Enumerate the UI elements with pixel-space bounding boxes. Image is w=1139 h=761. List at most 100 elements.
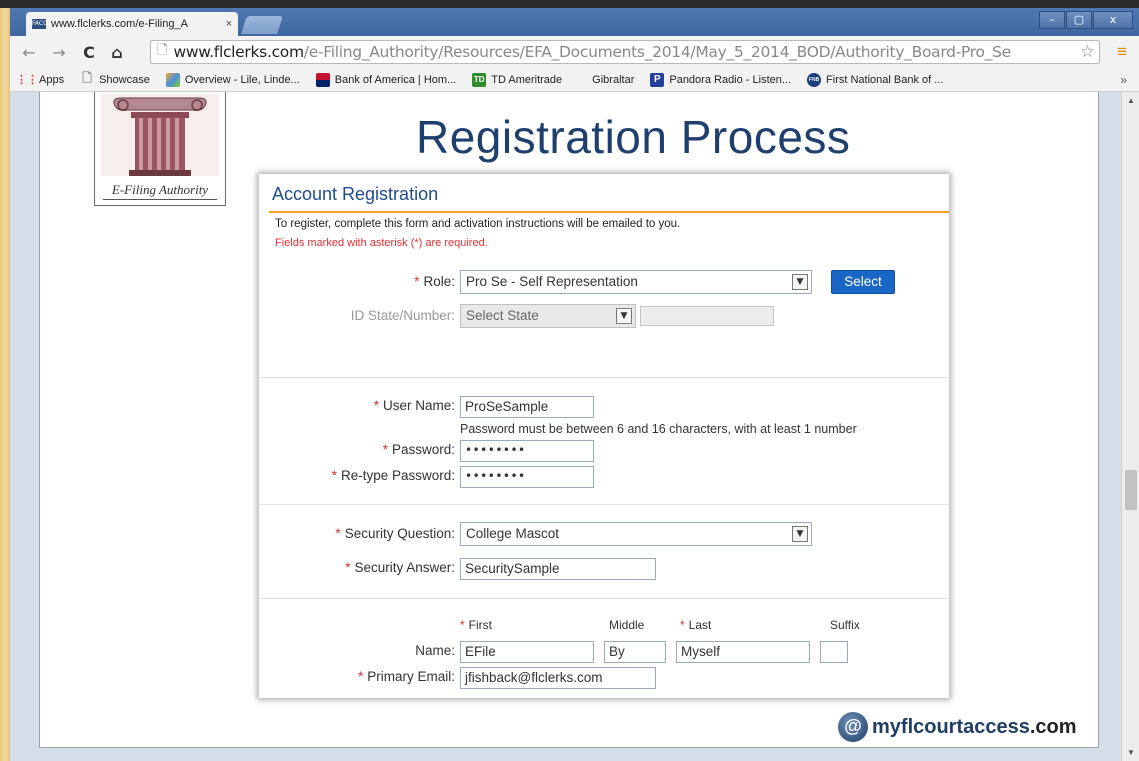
name-label: Name: — [415, 643, 455, 658]
middle-name-heading: Middle — [609, 618, 645, 632]
section-divider — [259, 504, 949, 505]
reload-icon[interactable]: C — [78, 43, 100, 62]
password-label: * Password: — [382, 442, 455, 457]
bookmark-first-national-bank[interactable]: FNB First National Bank of ... — [807, 72, 944, 87]
new-tab-button[interactable] — [241, 16, 283, 34]
bookmark-gibraltar[interactable]: Gibraltar — [592, 74, 634, 86]
retype-password-input[interactable]: •••••••• — [460, 466, 594, 488]
vertical-scrollbar[interactable]: ▲ ▼ — [1121, 92, 1139, 761]
chevron-down-icon: ▼ — [616, 308, 632, 324]
heading-underline — [269, 211, 949, 213]
bookmark-label: First National Bank of ... — [826, 73, 944, 86]
page-viewport: E-Filing Authority Registration Process … — [10, 92, 1121, 761]
menu-icon[interactable]: ≡ — [1117, 42, 1127, 62]
slide-frame-left — [0, 0, 10, 761]
bookmark-bank-of-america[interactable]: Bank of America | Hom... — [315, 72, 457, 87]
middle-name-input[interactable]: By — [604, 641, 666, 663]
logo-caption: E-Filing Authority — [111, 182, 209, 197]
bookmark-showcase[interactable]: 🗋 Showcase — [80, 71, 150, 87]
username-input[interactable]: ProSeSample — [460, 396, 594, 418]
brand-name: myflcourtaccess.com — [872, 715, 1077, 738]
first-name-heading: * First — [460, 618, 492, 632]
security-question-select[interactable]: College Mascot ▼ — [460, 522, 812, 546]
bookmark-label: Pandora Radio - Listen... — [669, 73, 792, 86]
bookmark-label: Showcase — [99, 73, 150, 86]
bofa-flag-icon — [315, 72, 330, 87]
security-question-label: * Security Question: — [335, 526, 455, 541]
td-icon: TD — [472, 72, 487, 87]
bookmarks-overflow-icon[interactable]: » — [1120, 73, 1127, 87]
section-divider — [259, 598, 949, 599]
primary-email-label: * Primary Email: — [357, 669, 455, 684]
chevron-down-icon: ▼ — [792, 526, 808, 542]
scroll-down-icon[interactable]: ▼ — [1122, 748, 1139, 757]
intro-text: To register, complete this form and acti… — [275, 218, 681, 230]
password-input[interactable]: •••••••• — [460, 440, 594, 462]
bookmark-overview[interactable]: Overview - Lile, Linde... — [165, 72, 300, 87]
panel-heading: Account Registration — [272, 184, 439, 204]
maximize-icon[interactable]: ▢ — [1066, 11, 1092, 29]
retype-password-label: * Re-type Password: — [331, 468, 455, 483]
required-note: Fields marked with asterisk (*) are requ… — [275, 237, 488, 249]
pandora-icon: P — [650, 72, 665, 87]
bookmark-star-icon[interactable]: ☆ — [1080, 42, 1095, 62]
tab-title: www.flclerks.com/e-Filing_A — [51, 18, 188, 30]
slide: E-Filing Authority Registration Process … — [39, 92, 1099, 748]
scroll-thumb[interactable] — [1125, 470, 1137, 510]
efiling-authority-logo: E-Filing Authority — [94, 92, 226, 206]
tab-bar: FACC www.flclerks.com/e-Filing_A × – ▢ x — [10, 8, 1139, 36]
first-name-input[interactable]: EFile — [460, 641, 594, 663]
close-window-icon[interactable]: x — [1093, 11, 1133, 29]
browser-toolbar: ← → C ⌂ 🗋 www.flclerks.com/e-Filing_Auth… — [10, 36, 1139, 68]
at-sign-icon: @ — [838, 712, 868, 742]
colorful-logo-icon — [165, 72, 180, 87]
scroll-up-icon[interactable]: ▲ — [1122, 96, 1139, 105]
browser-window: FACC www.flclerks.com/e-Filing_A × – ▢ x… — [10, 8, 1139, 761]
last-name-input[interactable]: Myself — [676, 641, 810, 663]
page-icon: 🗋 — [157, 42, 168, 57]
forward-arrow-icon[interactable]: → — [48, 43, 70, 62]
last-name-heading: * Last — [680, 618, 712, 632]
username-label: * User Name: — [373, 398, 455, 413]
bookmarks-bar: ⋮⋮ Apps 🗋 Showcase Overview - Lile, Lind… — [10, 68, 1139, 92]
role-select[interactable]: Pro Se - Self Representation ▼ — [460, 270, 812, 294]
suffix-heading: Suffix — [830, 618, 860, 632]
bookmark-td-ameritrade[interactable]: TD TD Ameritrade — [472, 72, 563, 87]
myflcourtaccess-logo: @ myflcourtaccess.com — [838, 712, 1077, 742]
bookmark-label: Apps — [39, 73, 65, 86]
security-answer-input[interactable]: SecuritySample — [460, 558, 656, 580]
account-registration-panel: Account Registration To register, comple… — [259, 174, 949, 698]
tab-close-icon[interactable]: × — [226, 18, 232, 30]
address-bar[interactable]: 🗋 www.flclerks.com/e-Filing_Authority/Re… — [150, 40, 1100, 64]
primary-email-input[interactable]: jfishback@flclerks.com — [460, 667, 656, 689]
bookmark-label: Bank of America | Hom... — [334, 73, 457, 86]
slide-title: Registration Process — [416, 111, 851, 163]
column-logo-icon — [101, 94, 219, 176]
screen-top-edge — [0, 0, 1139, 8]
select-button[interactable]: Select — [831, 270, 895, 294]
id-state-label: ID State/Number: — [350, 308, 455, 323]
bookmark-label: TD Ameritrade — [491, 73, 563, 86]
id-number-input[interactable] — [640, 306, 774, 326]
chevron-down-icon: ▼ — [792, 274, 808, 290]
url-text[interactable]: www.flclerks.com/e-Filing_Authority/Reso… — [173, 43, 1063, 61]
home-icon[interactable]: ⌂ — [106, 43, 128, 62]
minimize-icon[interactable]: – — [1039, 11, 1065, 29]
bookmark-apps[interactable]: ⋮⋮ Apps — [16, 73, 65, 87]
back-arrow-icon[interactable]: ← — [18, 43, 40, 62]
id-state-select[interactable]: Select State ▼ — [460, 304, 636, 328]
apps-grid-icon: ⋮⋮ — [16, 74, 38, 86]
window-controls: – ▢ x — [1039, 11, 1133, 29]
fnb-icon: FNB — [807, 72, 822, 87]
bookmark-label: Gibraltar — [592, 73, 635, 86]
suffix-input[interactable] — [820, 641, 848, 663]
page-icon: 🗋 — [82, 71, 92, 85]
bookmark-pandora[interactable]: P Pandora Radio - Listen... — [650, 72, 792, 87]
security-answer-label: * Security Answer: — [345, 560, 455, 575]
bookmark-label: Overview - Lile, Linde... — [184, 73, 300, 86]
facc-favicon-icon: FACC — [32, 19, 48, 29]
role-label: * Role: — [414, 274, 455, 289]
browser-tab[interactable]: FACC www.flclerks.com/e-Filing_A × — [26, 12, 238, 36]
password-hint: Password must be between 6 and 16 charac… — [460, 422, 857, 436]
logo-divider — [103, 199, 217, 200]
